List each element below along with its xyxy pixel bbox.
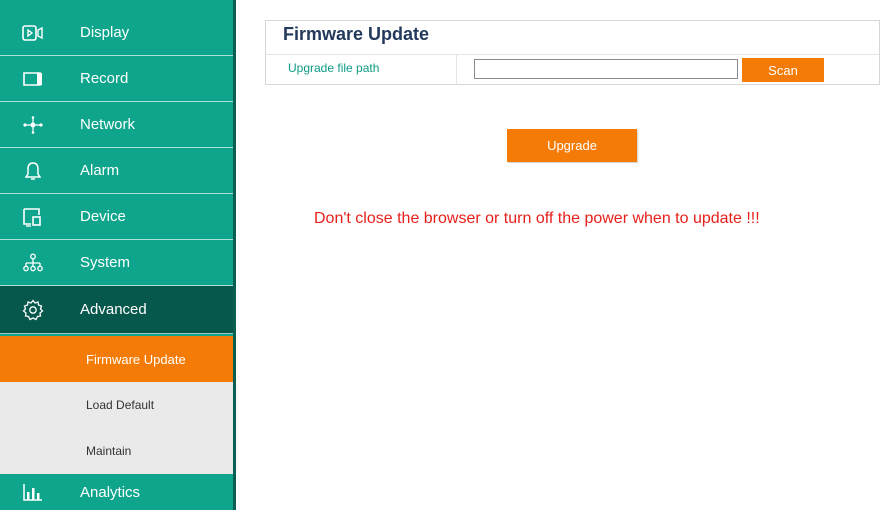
sidebar-subitem-maintain[interactable]: Maintain (0, 428, 233, 474)
upgrade-path-label: Upgrade file path (288, 61, 380, 75)
sidebar-item-label: Analytics (80, 483, 141, 501)
sidebar-item-advanced[interactable]: Advanced (0, 286, 233, 334)
bell-icon (22, 160, 44, 182)
network-icon (22, 114, 44, 136)
sidebar-item-system[interactable]: System (0, 240, 233, 286)
sidebar-item-label: System (80, 254, 131, 271)
sidebar-item-device[interactable]: Device (0, 194, 233, 240)
sidebar-item-display[interactable]: Display (0, 10, 233, 56)
sidebar-item-label: Device (80, 208, 126, 225)
upgrade-path-row: Upgrade file path Scan (266, 54, 879, 85)
upgrade-button[interactable]: Upgrade (507, 129, 637, 162)
page-title: Firmware Update (283, 24, 430, 44)
scan-button[interactable]: Scan (742, 58, 824, 82)
sidebar-subitem-label: Maintain (86, 444, 132, 458)
sidebar-item-network[interactable]: Network (0, 102, 233, 148)
sidebar-item-label: Display (80, 24, 130, 41)
display-icon (22, 22, 44, 44)
sidebar-item-label: Advanced (80, 301, 147, 318)
sidebar-item-alarm[interactable]: Alarm (0, 148, 233, 194)
sidebar-subitem-firmware-update[interactable]: Firmware Update (0, 336, 233, 382)
sidebar-subitem-load-default[interactable]: Load Default (0, 382, 233, 428)
update-warning-message: Don't close the browser or turn off the … (314, 210, 760, 227)
sidebar-item-label: Network (80, 116, 136, 133)
sidebar-item-record[interactable]: Record (0, 56, 233, 102)
device-icon (22, 206, 44, 228)
sidebar-item-label: Record (80, 70, 129, 87)
record-icon (22, 68, 44, 90)
gear-icon (22, 298, 44, 321)
sidebar: Display Record Network Alarm Device Syst… (0, 0, 233, 510)
bar-chart-icon (22, 481, 44, 503)
sidebar-item-analytics[interactable]: Analytics (0, 474, 233, 510)
sidebar-item-label: Alarm (80, 162, 120, 179)
sidebar-subitem-label: Load Default (86, 398, 155, 412)
system-tree-icon (22, 252, 44, 274)
firmware-update-panel: Firmware Update Upgrade file path Scan (265, 20, 880, 85)
upgrade-file-path-input[interactable] (474, 59, 738, 79)
sidebar-subitem-label: Firmware Update (86, 351, 186, 367)
column-divider (456, 55, 457, 85)
sidebar-divider (233, 0, 236, 510)
